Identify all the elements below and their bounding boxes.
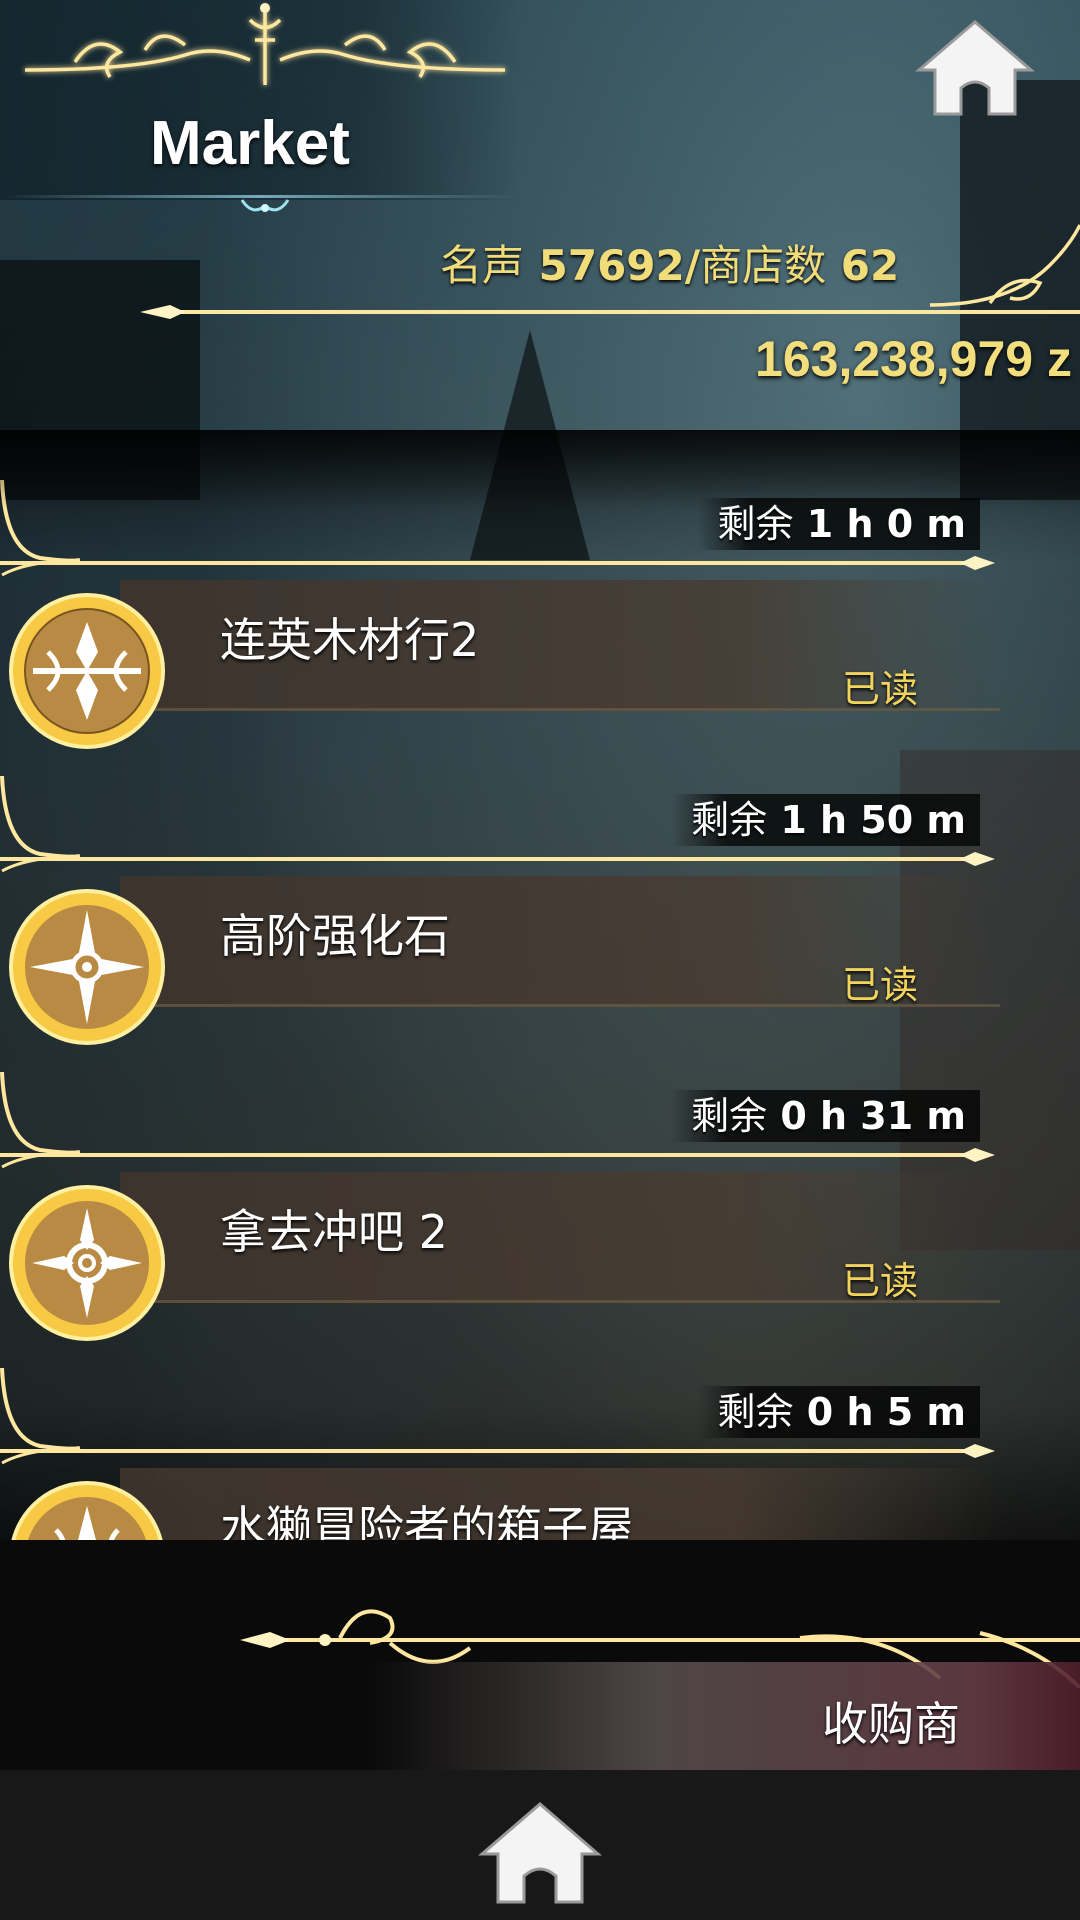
home-button-top[interactable] [914, 18, 1036, 118]
home-icon [914, 20, 1036, 116]
reputation-value: 57692/ [538, 241, 701, 290]
emblem-icon [11, 1481, 163, 1540]
remaining-time: 剩余 0 h 31 m [671, 1090, 980, 1142]
item-status: 已读 [842, 1259, 919, 1303]
title-gem-icon [240, 199, 290, 212]
remaining-time: 剩余 1 h 50 m [671, 794, 980, 846]
item-status: 已读 [842, 667, 919, 711]
item-status: 已读 [842, 963, 919, 1007]
gold-divider [0, 852, 995, 866]
gold-divider [0, 556, 995, 570]
remaining-value: 1 h 50 m [780, 798, 966, 842]
home-icon [477, 1802, 603, 1904]
page-title: Market [150, 109, 350, 178]
gold-divider [0, 1148, 995, 1162]
shop-count-label: 商店数 [700, 241, 827, 290]
item-name: 连英木材行2 [220, 613, 480, 667]
reputation-label: 名声 [440, 241, 525, 290]
remaining-label: 剩余 [691, 798, 768, 842]
buyer-button[interactable]: 收购商 [370, 1662, 1080, 1772]
remaining-time: 剩余 0 h 5 m [697, 1386, 980, 1438]
remaining-label: 剩余 [717, 1390, 794, 1434]
market-list[interactable]: 剩余 1 h 0 m 连英木材行2 已读 剩余 1 h 50 m 高阶强化石 已… [0, 430, 1080, 1540]
reputation-line: 名声 57692/商店数 62 [440, 232, 899, 293]
remaining-value: 0 h 5 m [806, 1390, 966, 1434]
list-fade [0, 430, 1080, 510]
home-button-bottom[interactable] [477, 1800, 603, 1906]
remaining-label: 剩余 [691, 1094, 768, 1138]
money-amount: 163,238,979 z [755, 331, 1072, 387]
shop-count-value: 62 [840, 241, 900, 290]
item-name: 拿去冲吧 2 [220, 1205, 448, 1259]
item-name: 水獭冒险者的箱子屋 [220, 1501, 634, 1540]
item-name: 高阶强化石 [220, 909, 450, 963]
list-item[interactable]: 剩余 0 h 5 m 水獭冒险者的箱子屋 [0, 1308, 1080, 1540]
gold-divider [0, 1444, 995, 1458]
title-ornament [24, 3, 506, 85]
list-item[interactable]: 剩余 1 h 50 m 高阶强化石 已读 [0, 716, 1080, 1045]
list-item[interactable]: 剩余 0 h 31 m 拿去冲吧 2 已读 [0, 1012, 1080, 1341]
buyer-label: 收购商 [822, 1697, 960, 1751]
remaining-value: 0 h 31 m [780, 1094, 966, 1138]
corner-ornament [930, 224, 1080, 307]
